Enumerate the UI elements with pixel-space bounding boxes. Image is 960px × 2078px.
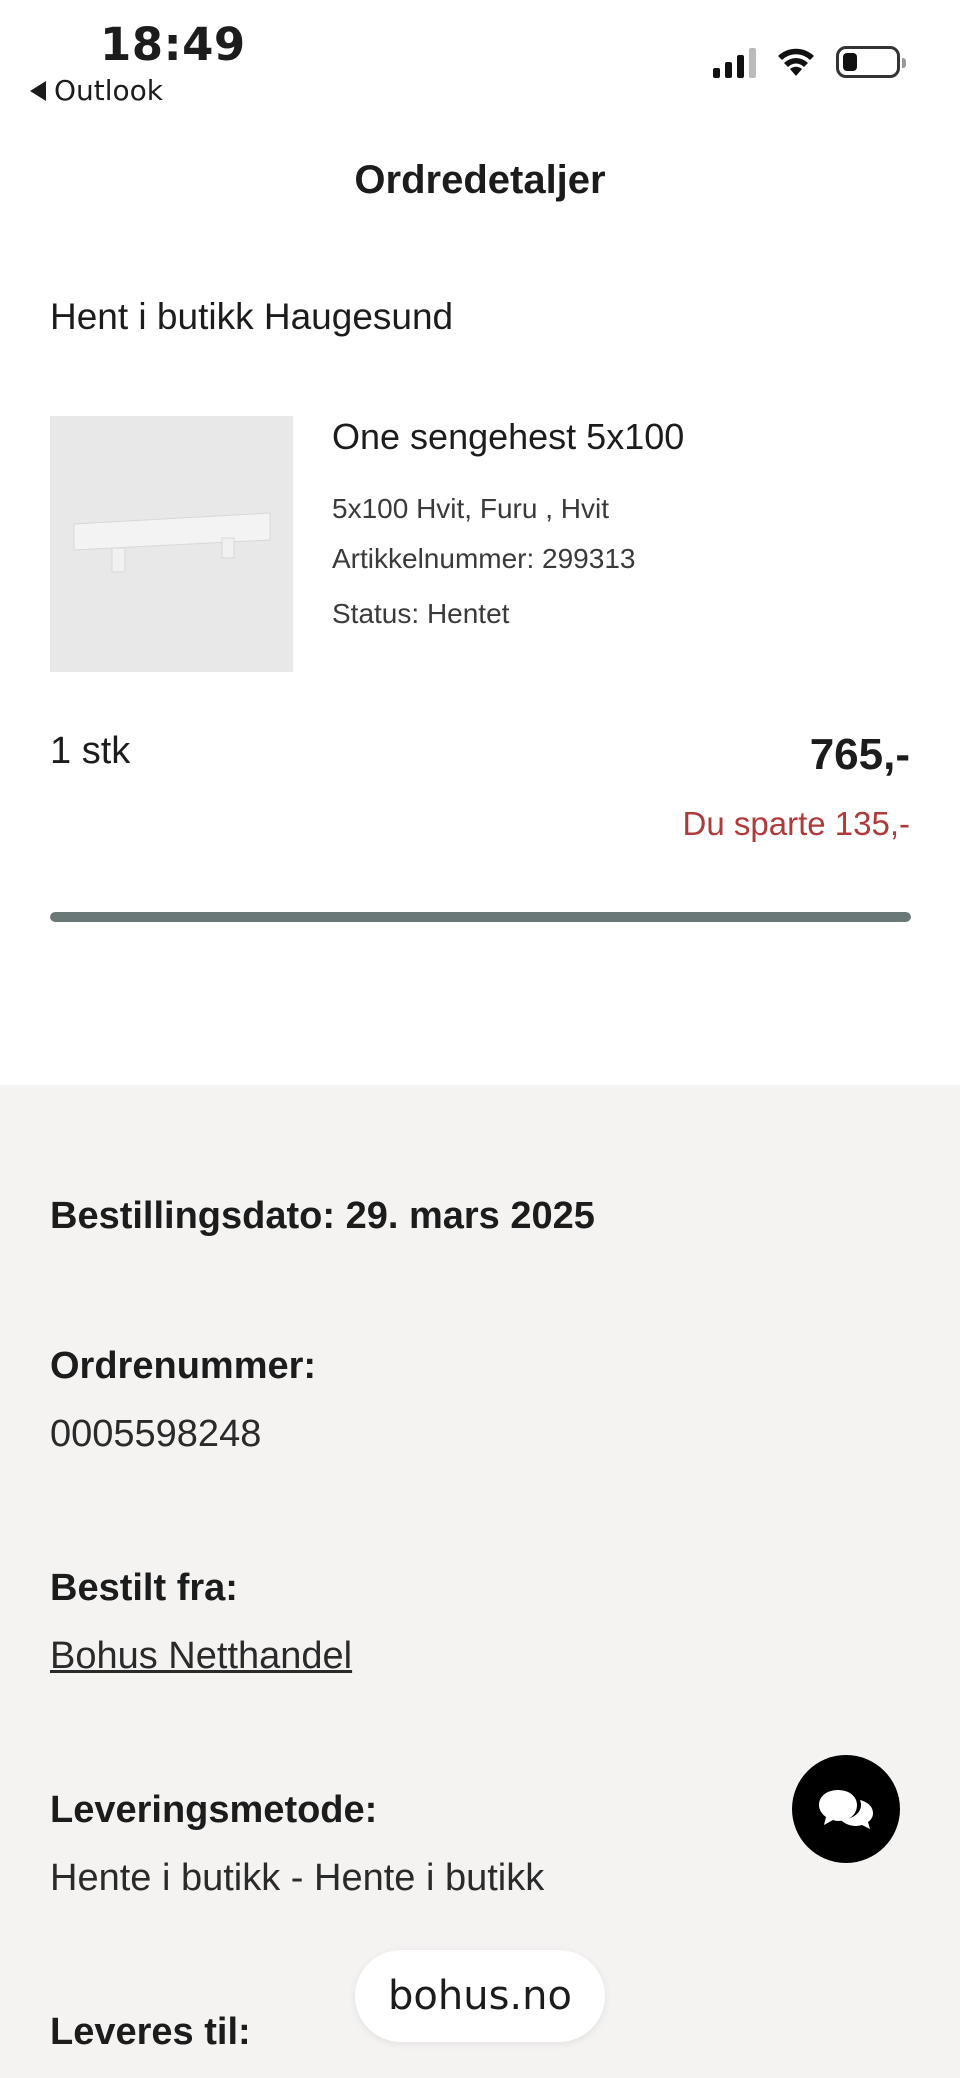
back-to-outlook-link[interactable]: Outlook (30, 74, 163, 107)
order-number-value: 0005598248 (50, 1413, 262, 1455)
product-info: One sengehest 5x100 5x100 Hvit, Furu , H… (332, 416, 912, 630)
order-progress-fill (50, 912, 911, 922)
product-image[interactable] (50, 416, 293, 672)
status-icons (713, 46, 906, 78)
price: 765,- (809, 730, 910, 779)
order-details-section: Bestillingsdato: 29. mars 2025 Ordrenumm… (0, 1085, 960, 2078)
browser-url-pill[interactable]: bohus.no (355, 1950, 605, 2042)
delivered-to-label: Leveres til: (50, 2011, 251, 2053)
chat-icon (819, 1790, 873, 1829)
order-date: Bestillingsdato: 29. mars 2025 (50, 1195, 595, 1237)
page-title: Ordredetaljer (354, 158, 606, 202)
delivery-method-value: Hente i butikk - Hente i butikk (50, 1857, 545, 1899)
savings-text: Du sparte 135,- (682, 805, 910, 842)
battery-icon (836, 46, 906, 78)
ordered-from-link[interactable]: Bohus Netthandel (50, 1635, 352, 1678)
product-status: Status: Hentet (332, 598, 510, 629)
status-bar: 18:49 Outlook (0, 0, 960, 120)
clock: 18:49 (100, 18, 246, 71)
bed-rail-illustration (73, 512, 271, 573)
wifi-icon (778, 48, 814, 76)
quantity: 1 stk (50, 730, 131, 772)
ordered-from-label: Bestilt fra: (50, 1567, 238, 1609)
delivery-method-label: Leveringsmetode: (50, 1789, 378, 1831)
product-name[interactable]: One sengehest 5x100 (332, 416, 912, 458)
chat-button[interactable] (792, 1755, 900, 1863)
product-article-number: Artikkelnummer: 299313 (332, 543, 636, 574)
back-arrow-icon (30, 80, 46, 101)
product-variant: 5x100 Hvit, Furu , Hvit (332, 493, 609, 524)
pickup-store-title: Hent i butikk Haugesund (50, 296, 454, 337)
order-progress-bar (50, 912, 911, 922)
signal-icon (713, 46, 756, 78)
back-link-label: Outlook (54, 74, 164, 107)
order-number-label: Ordrenummer: (50, 1345, 317, 1387)
